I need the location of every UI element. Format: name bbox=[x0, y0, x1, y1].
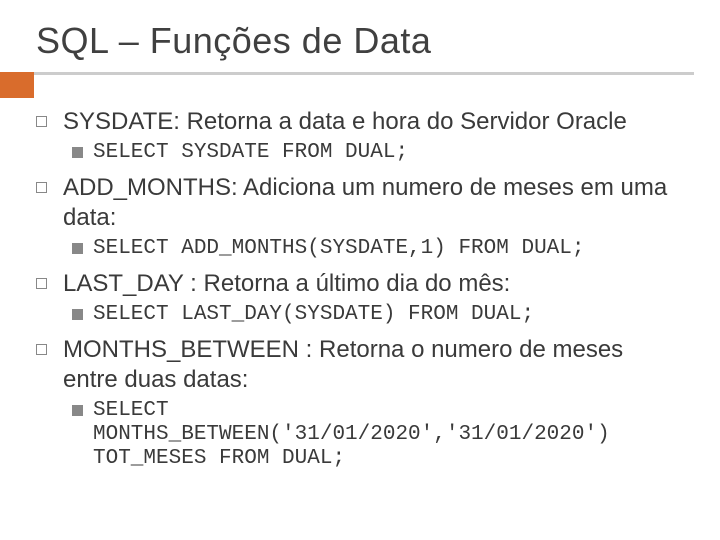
item-text: SYSDATE: Retorna a data e hora do Servid… bbox=[63, 107, 627, 137]
list-subitem: SELECT MONTHS_BETWEEN('31/01/2020','31/0… bbox=[72, 399, 684, 471]
code-text: SELECT LAST_DAY(SYSDATE) FROM DUAL; bbox=[93, 303, 534, 327]
slide-title: SQL – Funções de Data bbox=[36, 20, 684, 62]
code-text: SELECT SYSDATE FROM DUAL; bbox=[93, 141, 408, 165]
content-body: SYSDATE: Retorna a data e hora do Servid… bbox=[36, 107, 684, 471]
square-filled-bullet-icon bbox=[72, 243, 83, 254]
list-item: MONTHS_BETWEEN : Retorna o numero de mes… bbox=[36, 335, 684, 395]
item-text: ADD_MONTHS: Adiciona um numero de meses … bbox=[63, 173, 684, 233]
square-bullet-icon bbox=[36, 116, 47, 127]
list-subitem: SELECT ADD_MONTHS(SYSDATE,1) FROM DUAL; bbox=[72, 237, 684, 261]
accent-block bbox=[0, 72, 34, 98]
item-text: MONTHS_BETWEEN : Retorna o numero de mes… bbox=[63, 335, 684, 395]
list-subitem: SELECT SYSDATE FROM DUAL; bbox=[72, 141, 684, 165]
list-item: ADD_MONTHS: Adiciona um numero de meses … bbox=[36, 173, 684, 233]
item-text: LAST_DAY : Retorna a último dia do mês: bbox=[63, 269, 510, 299]
code-text: SELECT ADD_MONTHS(SYSDATE,1) FROM DUAL; bbox=[93, 237, 584, 261]
square-bullet-icon bbox=[36, 344, 47, 355]
square-filled-bullet-icon bbox=[72, 147, 83, 158]
code-text: SELECT MONTHS_BETWEEN('31/01/2020','31/0… bbox=[93, 399, 684, 471]
list-item: SYSDATE: Retorna a data e hora do Servid… bbox=[36, 107, 684, 137]
square-bullet-icon bbox=[36, 182, 47, 193]
square-bullet-icon bbox=[36, 278, 47, 289]
slide: SQL – Funções de Data SYSDATE: Retorna a… bbox=[0, 0, 720, 540]
square-filled-bullet-icon bbox=[72, 309, 83, 320]
list-subitem: SELECT LAST_DAY(SYSDATE) FROM DUAL; bbox=[72, 303, 684, 327]
square-filled-bullet-icon bbox=[72, 405, 83, 416]
title-rule bbox=[34, 72, 694, 75]
list-item: LAST_DAY : Retorna a último dia do mês: bbox=[36, 269, 684, 299]
